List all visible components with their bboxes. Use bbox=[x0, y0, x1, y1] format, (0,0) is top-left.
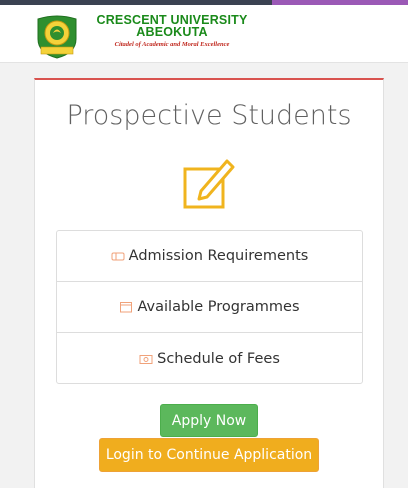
login-continue-application-button[interactable]: Login to Continue Application bbox=[99, 438, 319, 472]
calendar-icon bbox=[120, 302, 133, 313]
menu-item-admission-requirements[interactable]: Admission Requirements bbox=[57, 231, 362, 282]
edit-icon bbox=[183, 159, 235, 209]
prospective-students-card: Prospective Students Admission Requireme… bbox=[34, 78, 384, 488]
university-name-line2: ABEOKUTA bbox=[136, 25, 208, 39]
ticket-icon bbox=[111, 252, 125, 261]
menu-item-label: Schedule of Fees bbox=[157, 350, 280, 367]
university-motto: Citadel of Academic and Moral Excellence bbox=[114, 41, 230, 48]
site-header: CRESCENT UNIVERSITY ABEOKUTA Citadel of … bbox=[0, 5, 408, 63]
prospective-menu: Admission Requirements Available Program… bbox=[56, 230, 363, 384]
university-logo[interactable] bbox=[34, 13, 80, 59]
brand-text: CRESCENT UNIVERSITY ABEOKUTA Citadel of … bbox=[82, 14, 262, 49]
menu-item-schedule-of-fees[interactable]: Schedule of Fees bbox=[57, 333, 362, 384]
menu-item-label: Available Programmes bbox=[137, 299, 300, 315]
menu-item-label: Admission Requirements bbox=[128, 248, 309, 264]
apply-now-button[interactable]: Apply Now bbox=[160, 404, 258, 437]
money-icon bbox=[139, 354, 153, 364]
card-title: Prospective Students bbox=[66, 100, 352, 131]
menu-item-available-programmes[interactable]: Available Programmes bbox=[57, 282, 362, 333]
